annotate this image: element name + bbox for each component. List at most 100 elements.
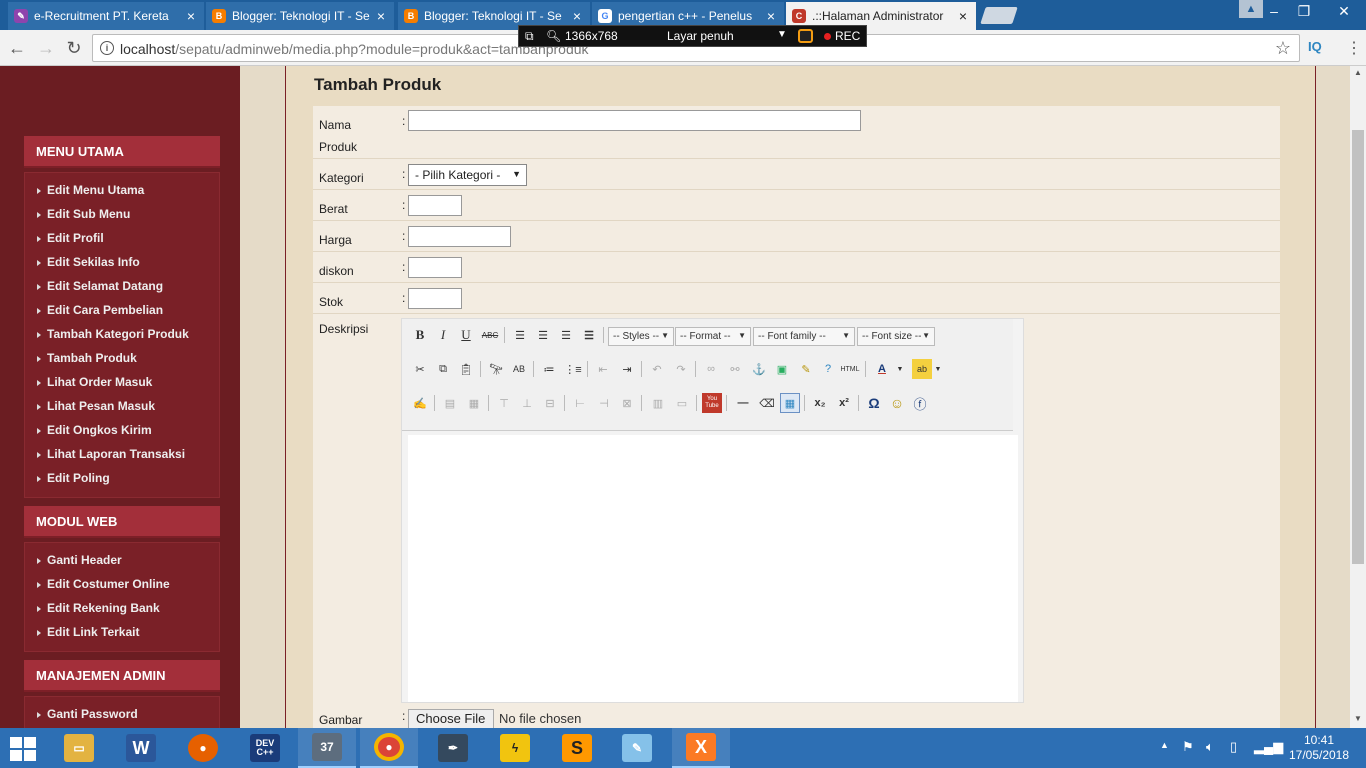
diskon-input[interactable] xyxy=(408,257,462,278)
italic-icon[interactable]: I xyxy=(433,325,453,345)
chevron-down-icon[interactable]: ▼ xyxy=(928,359,948,379)
scroll-thumb[interactable] xyxy=(1352,130,1364,564)
flash-media-icon[interactable]: ⓕ xyxy=(910,393,930,413)
sidebar-item[interactable]: Edit Sekilas Info xyxy=(25,250,219,274)
sidebar-item[interactable]: Edit Costumer Online xyxy=(25,572,219,596)
paste-icon[interactable]: 📋︎ xyxy=(456,359,476,379)
font-size-dropdown[interactable]: -- Font size -- ▼ xyxy=(857,327,935,346)
sidebar-item[interactable]: Edit Profil xyxy=(25,226,219,250)
sidebar-item[interactable]: Edit Poling xyxy=(25,466,219,490)
restore-icon[interactable]: ❐ xyxy=(1289,0,1319,22)
signal-icon[interactable]: ▂▄▆ xyxy=(1254,739,1283,755)
replace-icon[interactable]: AB xyxy=(509,359,529,379)
image-icon[interactable]: ▣ xyxy=(772,359,792,379)
font-family-dropdown[interactable]: -- Font family -- ▼ xyxy=(753,327,855,346)
info-icon[interactable]: i xyxy=(100,41,114,55)
copy-icon[interactable]: ⧉ xyxy=(433,359,453,379)
link-icon[interactable]: ∞ xyxy=(701,359,721,379)
split-cells-icon[interactable]: ▥ xyxy=(648,393,668,413)
menu-dots-icon[interactable]: ⋮ xyxy=(1346,38,1362,58)
zoom-icon[interactable]: 🔍︎ xyxy=(546,29,561,43)
editor-content-area[interactable] xyxy=(408,435,1018,702)
battery-icon[interactable]: ▯ xyxy=(1230,739,1237,755)
page-scrollbar[interactable]: ▲ ▼ xyxy=(1350,66,1366,728)
sidebar-item[interactable]: Ganti Header xyxy=(25,548,219,572)
recorder-mode[interactable]: Layar penuh xyxy=(667,29,734,43)
strikethrough-icon[interactable]: ABC xyxy=(480,325,500,345)
numbered-list-icon[interactable]: ⋮≡ xyxy=(563,359,583,379)
sidebar-item[interactable]: Edit Link Terkait xyxy=(25,620,219,644)
align-right-icon[interactable]: ☰ xyxy=(556,325,576,345)
scroll-down-icon[interactable]: ▼ xyxy=(1354,714,1362,723)
unlink-icon[interactable]: ⚯ xyxy=(725,359,745,379)
sidebar-item[interactable]: Edit Ongkos Kirim xyxy=(25,418,219,442)
bold-icon[interactable]: B xyxy=(410,325,430,345)
sidebar-item[interactable]: Edit Selamat Datang xyxy=(25,274,219,298)
indent-icon[interactable]: ⇥ xyxy=(617,359,637,379)
horizontal-rule-icon[interactable]: — xyxy=(733,393,753,413)
close-icon[interactable]: × xyxy=(956,8,970,24)
volume-icon[interactable]: 🔈︎ xyxy=(1206,739,1214,755)
kategori-select[interactable]: - Pilih Kategori - ▼ xyxy=(408,164,527,186)
merge-cells-icon[interactable]: ▭ xyxy=(672,393,692,413)
sidebar-item[interactable]: Lihat Pesan Masuk xyxy=(25,394,219,418)
table-row-props-icon[interactable]: ▤ xyxy=(440,393,460,413)
taskbar-app[interactable]: ● xyxy=(360,728,418,768)
taskbar-app[interactable]: ϟ xyxy=(486,728,544,768)
cleanup-icon[interactable]: ✎ xyxy=(796,359,816,379)
special-char-icon[interactable]: Ω xyxy=(864,393,884,413)
emoticon-icon[interactable]: ☺ xyxy=(887,393,907,413)
back-icon[interactable]: ← xyxy=(6,37,28,59)
sidebar-item[interactable]: Edit Rekening Bank xyxy=(25,596,219,620)
sidebar-item[interactable]: Ganti Password xyxy=(25,702,219,726)
close-icon[interactable]: × xyxy=(374,8,388,24)
tray-expand-icon[interactable]: ▲ xyxy=(1160,740,1169,750)
anchor-icon[interactable]: ⚓ xyxy=(749,359,769,379)
eraser-icon[interactable]: ⌫ xyxy=(757,393,777,413)
window-icon[interactable]: ⧉ xyxy=(525,29,534,44)
close-icon[interactable]: × xyxy=(184,8,198,24)
chevron-down-icon[interactable]: ▼ xyxy=(777,29,787,40)
subscript-icon[interactable]: x₂ xyxy=(810,393,830,413)
edit-icon[interactable]: ✍ xyxy=(410,393,430,413)
reload-icon[interactable]: ↻ xyxy=(63,37,85,59)
scroll-up-icon[interactable]: ▲ xyxy=(1354,68,1362,77)
sidebar-item[interactable]: Edit Cara Pembelian xyxy=(25,298,219,322)
text-color-icon[interactable]: A xyxy=(872,359,892,379)
stok-input[interactable] xyxy=(408,288,462,309)
sidebar-item[interactable]: Edit Sub Menu xyxy=(25,202,219,226)
berat-input[interactable] xyxy=(408,195,462,216)
minimize-icon[interactable]: – xyxy=(1259,0,1289,22)
find-icon[interactable]: 🔭︎ xyxy=(486,359,506,379)
harga-input[interactable] xyxy=(408,226,511,247)
sidebar-item[interactable]: Lihat Laporan Transaksi xyxy=(25,442,219,466)
new-tab-button[interactable] xyxy=(980,7,1018,24)
extension-iq-icon[interactable]: IQ xyxy=(1308,39,1322,54)
rec-button[interactable]: REC xyxy=(835,29,860,43)
taskbar-app[interactable]: DEV C++ xyxy=(236,728,294,768)
styles-dropdown[interactable]: -- Styles -- ▼ xyxy=(608,327,674,346)
sidebar-item[interactable]: Tambah Produk xyxy=(25,346,219,370)
align-left-icon[interactable]: ☰ xyxy=(510,325,530,345)
outdent-icon[interactable]: ⇤ xyxy=(593,359,613,379)
cut-icon[interactable]: ✂ xyxy=(410,359,430,379)
table-icon[interactable]: ▦ xyxy=(780,393,800,413)
taskbar-app[interactable]: ▭ xyxy=(50,728,108,768)
undo-icon[interactable]: ↶ xyxy=(647,359,667,379)
sidebar-item[interactable]: Tambah Kategori Produk xyxy=(25,322,219,346)
forward-icon[interactable]: → xyxy=(35,37,57,59)
bullet-list-icon[interactable]: ≔ xyxy=(539,359,559,379)
window-close-icon[interactable]: ✕ xyxy=(1329,0,1359,22)
close-icon[interactable]: × xyxy=(570,8,584,24)
taskbar-app[interactable]: ✎ xyxy=(608,728,666,768)
align-justify-icon[interactable]: ☰ xyxy=(579,325,599,345)
youtube-icon[interactable]: You Tube xyxy=(702,393,722,413)
sidebar-item[interactable]: Edit Menu Utama xyxy=(25,178,219,202)
bookmark-star-icon[interactable]: ☆ xyxy=(1275,38,1291,59)
insert-col-before-icon[interactable]: ⊢ xyxy=(570,393,590,413)
delete-row-icon[interactable]: ⊟ xyxy=(540,393,560,413)
network-error-icon[interactable]: ⚑ xyxy=(1182,739,1194,755)
table-cell-props-icon[interactable]: ▦ xyxy=(464,393,484,413)
delete-col-icon[interactable]: ⊠ xyxy=(617,393,637,413)
choose-file-button[interactable]: Choose File xyxy=(408,709,494,728)
